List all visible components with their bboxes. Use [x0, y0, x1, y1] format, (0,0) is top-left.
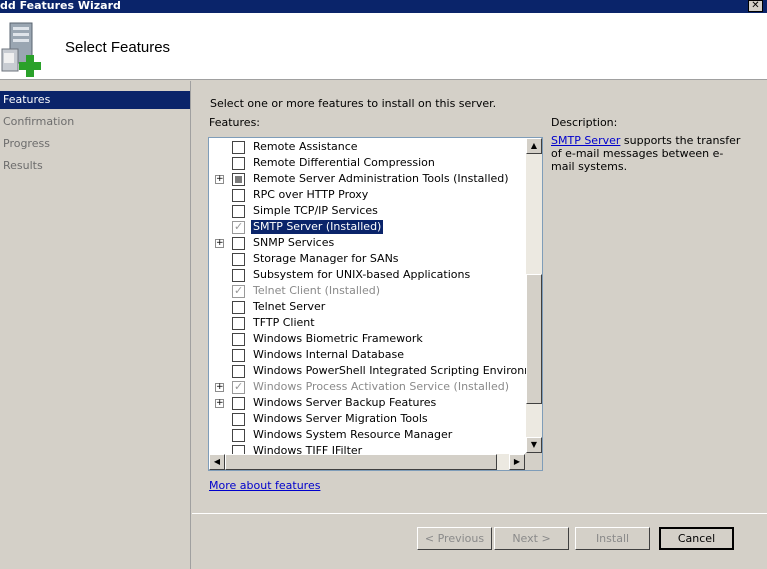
feature-checkbox[interactable]	[232, 349, 245, 362]
features-tree[interactable]: Remote Assistance Remote Differential Com…	[208, 137, 543, 471]
feature-row[interactable]: Remote Assistance	[209, 139, 529, 155]
nav-item-confirmation: Confirmation	[3, 115, 75, 128]
description-text: SMTP Server supports the transfer of e-m…	[551, 134, 746, 173]
nav-item-progress: Progress	[3, 137, 50, 150]
feature-row[interactable]: Simple TCP/IP Services	[209, 203, 529, 219]
next-button[interactable]: Next >	[494, 527, 569, 550]
feature-row[interactable]: + Windows Server Backup Features	[209, 395, 529, 411]
scroll-thumb[interactable]	[526, 274, 542, 404]
description-label: Description:	[551, 116, 618, 129]
feature-row[interactable]: Windows Biometric Framework	[209, 331, 529, 347]
horizontal-scroll-thumb[interactable]	[225, 454, 497, 470]
checkmark-icon: ✓	[234, 220, 244, 233]
feature-label[interactable]: Telnet Client (Installed)	[251, 284, 382, 298]
feature-label[interactable]: Windows Server Backup Features	[251, 396, 438, 410]
more-about-features-link[interactable]: More about features	[209, 479, 320, 492]
feature-row[interactable]: ✓ SMTP Server (Installed)	[209, 219, 529, 235]
arrow-down-icon[interactable]: ▼	[526, 437, 542, 453]
feature-row[interactable]: Windows System Resource Manager	[209, 427, 529, 443]
wizard-nav: Features Confirmation Progress Results	[0, 81, 191, 569]
feature-checkbox[interactable]	[232, 413, 245, 426]
feature-row[interactable]: Storage Manager for SANs	[209, 251, 529, 267]
previous-button[interactable]: < Previous	[417, 527, 492, 550]
page-title: Select Features	[65, 39, 171, 56]
feature-checkbox[interactable]	[232, 429, 245, 442]
title-bar: dd Features Wizard ✕	[0, 0, 767, 13]
feature-label[interactable]: Windows Server Migration Tools	[251, 412, 430, 426]
footer-divider	[192, 513, 767, 514]
feature-row[interactable]: RPC over HTTP Proxy	[209, 187, 529, 203]
feature-label[interactable]: Remote Differential Compression	[251, 156, 437, 170]
server-add-icon	[1, 22, 41, 77]
vertical-scrollbar[interactable]: ▲ ▼	[526, 138, 542, 453]
install-button[interactable]: Install	[575, 527, 650, 550]
feature-row[interactable]: TFTP Client	[209, 315, 529, 331]
plus-icon[interactable]: +	[215, 399, 224, 408]
feature-label[interactable]: Windows System Resource Manager	[251, 428, 454, 442]
feature-checkbox[interactable]	[232, 317, 245, 330]
feature-label[interactable]: Subsystem for UNIX-based Applications	[251, 268, 472, 282]
feature-label[interactable]: Simple TCP/IP Services	[251, 204, 380, 218]
feature-row[interactable]: Windows Internal Database	[209, 347, 529, 363]
scroll-corner	[525, 453, 542, 470]
checkmark-icon: ✓	[234, 284, 244, 297]
feature-checkbox[interactable]	[232, 269, 245, 282]
feature-checkbox[interactable]	[232, 237, 245, 250]
feature-row[interactable]: Windows Server Migration Tools	[209, 411, 529, 427]
feature-checkbox[interactable]	[232, 189, 245, 202]
description-link[interactable]: SMTP Server	[551, 134, 620, 147]
feature-checkbox[interactable]	[232, 253, 245, 266]
horizontal-scrollbar[interactable]: ◀ ▶	[209, 454, 525, 470]
feature-label[interactable]: Windows PowerShell Integrated Scripting …	[251, 364, 542, 378]
checkmark-icon: ✓	[234, 380, 244, 393]
instruction-text: Select one or more features to install o…	[210, 97, 497, 110]
feature-checkbox[interactable]: ✓	[232, 284, 245, 298]
feature-label[interactable]: Telnet Server	[251, 300, 327, 314]
feature-row[interactable]: + Remote Server Administration Tools (Ins…	[209, 171, 529, 187]
feature-checkbox[interactable]	[232, 365, 245, 378]
feature-label[interactable]: TFTP Client	[251, 316, 317, 330]
feature-checkbox[interactable]	[232, 157, 245, 170]
features-label: Features:	[209, 116, 261, 129]
arrow-up-icon[interactable]: ▲	[526, 138, 542, 154]
feature-checkbox[interactable]	[232, 333, 245, 346]
wizard-header: Select Features	[0, 13, 767, 80]
arrow-left-icon[interactable]: ◀	[209, 454, 225, 470]
plus-icon[interactable]: +	[215, 175, 224, 184]
main-content: Select one or more features to install o…	[192, 81, 767, 569]
feature-label[interactable]: Storage Manager for SANs	[251, 252, 401, 266]
feature-row[interactable]: Remote Differential Compression	[209, 155, 529, 171]
feature-row[interactable]: Subsystem for UNIX-based Applications	[209, 267, 529, 283]
feature-row[interactable]: + ✓ Windows Process Activation Service (In…	[209, 379, 529, 395]
nav-item-features[interactable]: Features	[0, 91, 190, 109]
feature-label[interactable]: Remote Server Administration Tools (Inst…	[251, 172, 511, 186]
feature-row[interactable]: Windows PowerShell Integrated Scripting …	[209, 363, 542, 379]
feature-label[interactable]: Windows Internal Database	[251, 348, 406, 362]
nav-item-results: Results	[3, 159, 43, 172]
feature-row[interactable]: + SNMP Services	[209, 235, 529, 251]
plus-icon[interactable]: +	[215, 239, 224, 248]
window-title: dd Features Wizard	[0, 0, 121, 12]
feature-label[interactable]: Windows Biometric Framework	[251, 332, 425, 346]
feature-checkbox[interactable]: ✓	[232, 220, 245, 234]
feature-checkbox[interactable]	[232, 205, 245, 218]
plus-icon[interactable]: +	[215, 383, 224, 392]
feature-checkbox[interactable]	[232, 397, 245, 410]
arrow-right-icon[interactable]: ▶	[509, 454, 525, 470]
feature-checkbox[interactable]: ✓	[232, 380, 245, 394]
feature-checkbox[interactable]	[232, 301, 245, 314]
feature-checkbox[interactable]	[232, 141, 245, 154]
partial-check-icon	[235, 176, 242, 183]
feature-label[interactable]: SMTP Server (Installed)	[251, 220, 384, 234]
feature-row[interactable]: Telnet Server	[209, 299, 529, 315]
feature-label[interactable]: Windows Process Activation Service (Inst…	[251, 380, 511, 394]
feature-row[interactable]: ✓ Telnet Client (Installed)	[209, 283, 529, 299]
feature-label[interactable]: SNMP Services	[251, 236, 336, 250]
cancel-button[interactable]: Cancel	[659, 527, 734, 550]
feature-label[interactable]: Remote Assistance	[251, 140, 360, 154]
close-icon[interactable]: ✕	[748, 0, 763, 12]
feature-checkbox[interactable]	[232, 173, 245, 186]
feature-label[interactable]: RPC over HTTP Proxy	[251, 188, 370, 202]
